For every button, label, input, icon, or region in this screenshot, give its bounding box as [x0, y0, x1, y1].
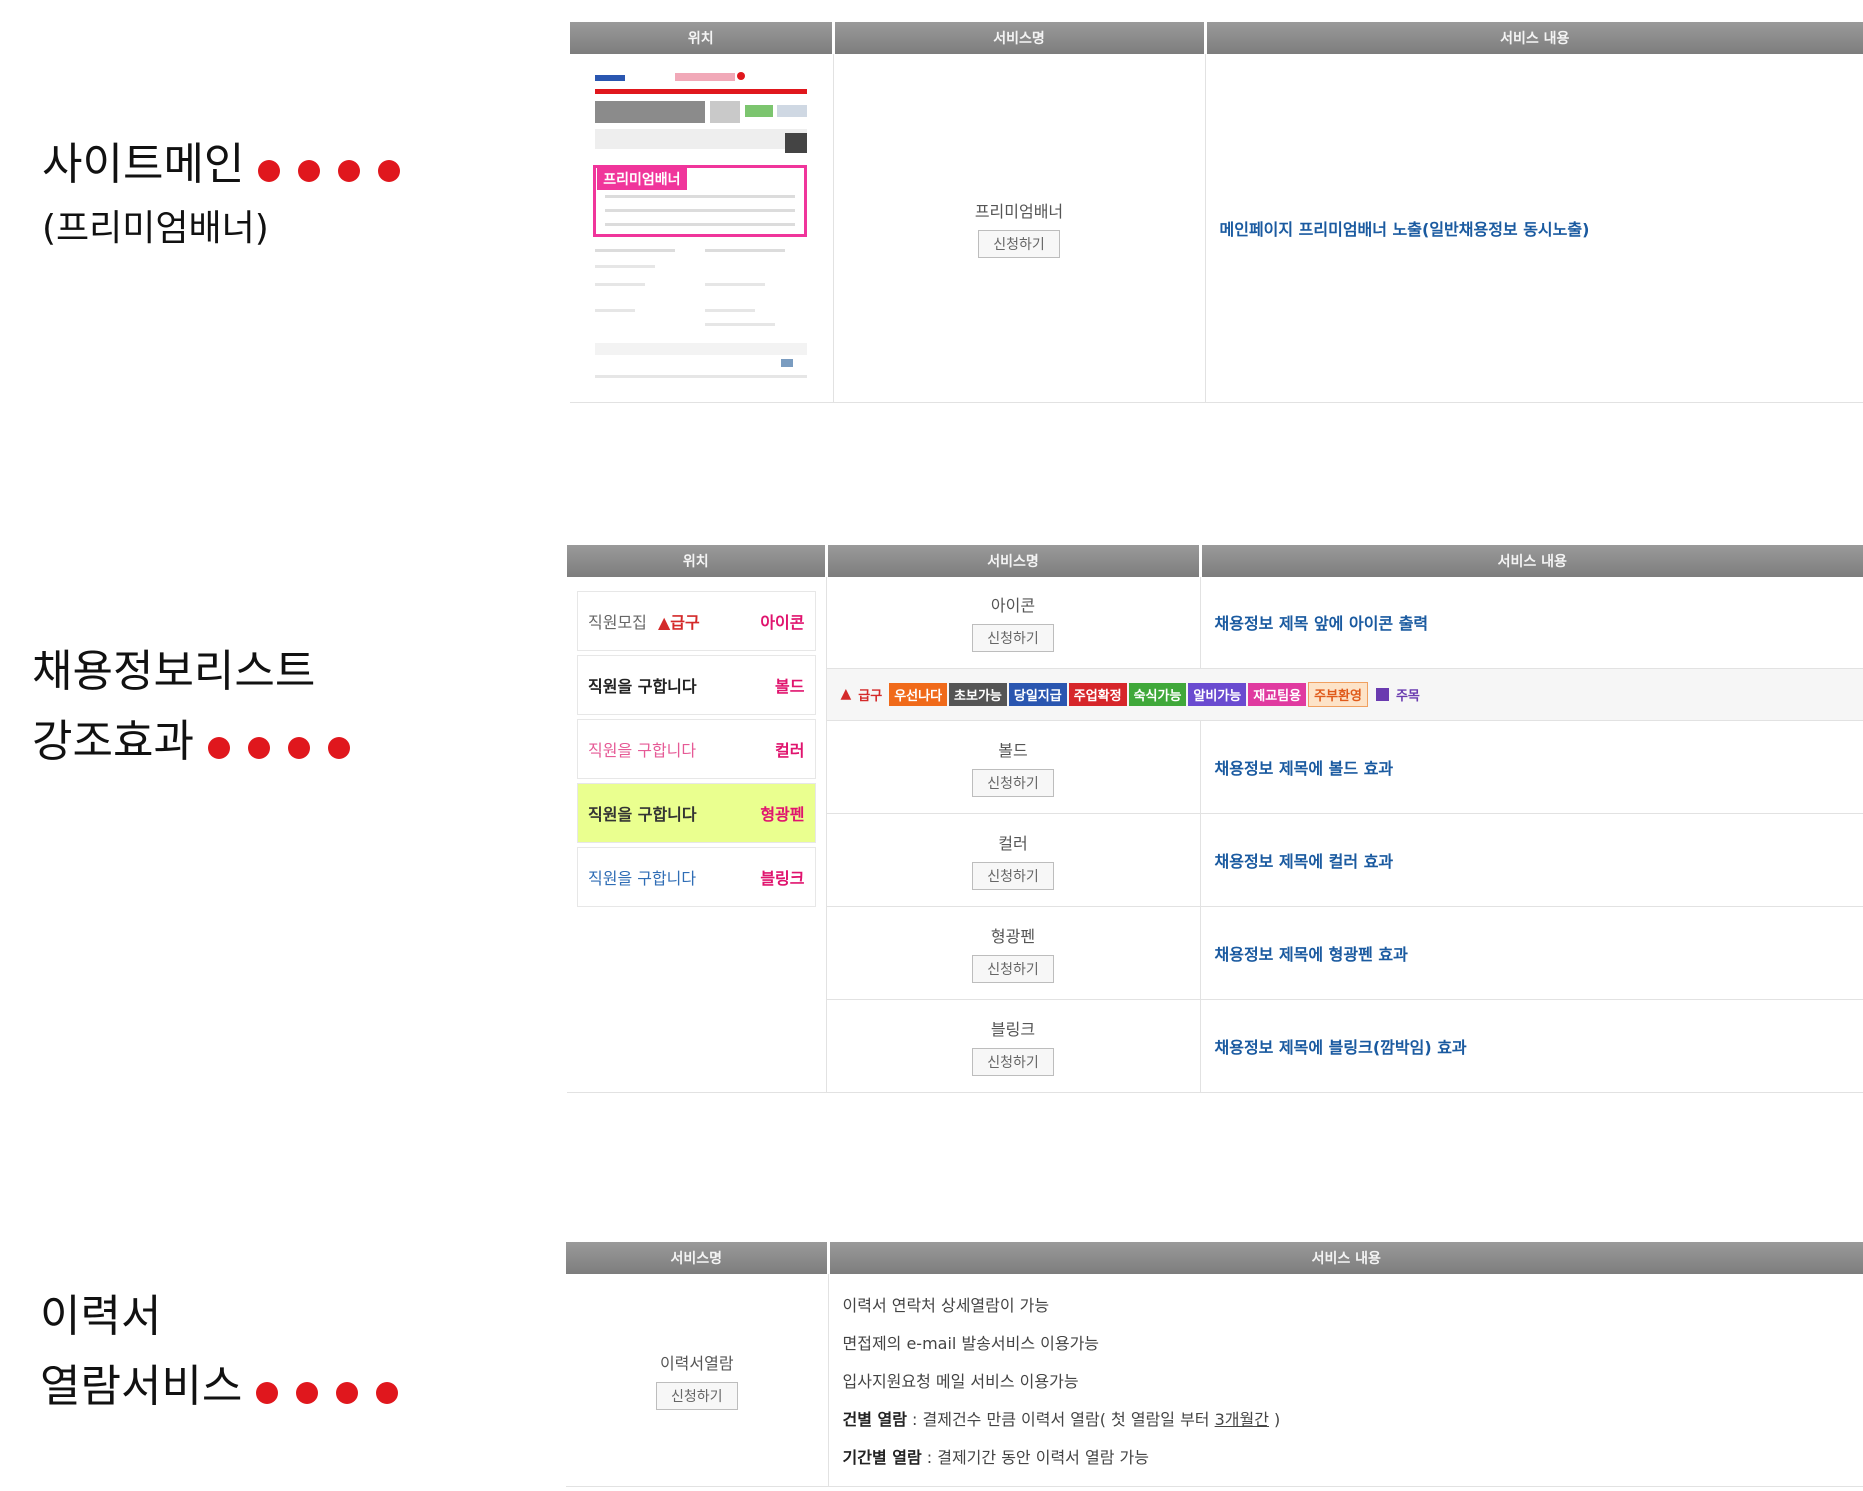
badge-1: 우선나다	[889, 682, 948, 706]
badge-2: 초보가능	[949, 682, 1007, 706]
header-location: 위치	[567, 545, 828, 577]
header-service-desc: 서비스 내용	[1205, 22, 1863, 54]
apply-button[interactable]: 신청하기	[972, 624, 1054, 653]
section-title: 이력서	[40, 1291, 162, 1342]
example-text: 직원을 구합니다	[588, 805, 697, 824]
example-bold: 직원을 구합니다 볼드	[577, 655, 816, 715]
example-tag: 볼드	[775, 677, 805, 696]
service-name: 형광펜	[990, 926, 1036, 946]
apply-button[interactable]: 신청하기	[972, 768, 1054, 797]
emphasis-table: 위치 서비스명 서비스 내용 직원모집 ▲급구 아이콘 직원을 구합니다 볼드	[567, 545, 1863, 1093]
desc-line: 이력서 연락처 상세열람이 가능	[842, 1295, 1050, 1315]
red-dots	[258, 142, 418, 193]
red-dots	[256, 1364, 416, 1415]
service-desc: 채용정보 제목에 형광펜 효과	[1214, 944, 1408, 964]
example-text: 직원을 구합니다	[588, 869, 697, 888]
example-highlighter: 직원을 구합니다 형광펜	[577, 783, 816, 843]
icon-badges: ▲ 급구 우선나다 초보가능 당일지급 주업확정 숙식가능 알비가능 재교팀용 …	[827, 681, 1863, 707]
desc-line-period: 기간별 열람 : 결제기간 동안 이력서 열람 가능	[842, 1447, 1149, 1467]
service-desc: 채용정보 제목에 블링크(깜박임) 효과	[1214, 1037, 1467, 1057]
badge-6: 알비가능	[1188, 682, 1247, 706]
example-text: 직원을 구합니다	[588, 677, 697, 696]
example-icon: 직원모집 ▲급구 아이콘	[577, 591, 816, 651]
section-subtitle: 열람서비스	[40, 1361, 243, 1412]
header-service-name: 서비스명	[826, 545, 1202, 577]
service-desc: 채용정보 제목에 컬러 효과	[1214, 851, 1394, 871]
attention-icon	[1375, 687, 1389, 701]
period-label: 기간별 열람	[842, 1447, 922, 1467]
header-service-name: 서비스명	[833, 22, 1207, 54]
apply-button[interactable]: 신청하기	[972, 1047, 1054, 1076]
site-main-thumbnail: 프리미엄배너	[585, 68, 818, 387]
section-label-list-emphasis: 채용정보리스트 강조효과	[32, 635, 368, 770]
service-name: 이력서열람	[659, 1353, 734, 1373]
badge-8: 주부환영	[1308, 681, 1368, 707]
desc-line: 입사지원요청 메일 서비스 이용가능	[842, 1371, 1079, 1391]
section-title: 채용정보리스트	[32, 646, 316, 697]
example-text: 직원모집	[588, 613, 647, 632]
header-service-name: 서비스명	[566, 1242, 830, 1274]
case-label: 건별 열람	[842, 1409, 907, 1429]
apply-button[interactable]: 신청하기	[978, 229, 1060, 258]
red-dots	[207, 719, 368, 770]
section-subtitle: (프리미엄배너)	[42, 207, 269, 249]
urgent-label: 급구	[670, 613, 700, 632]
premium-banner-label: 프리미엄배너	[597, 167, 687, 190]
example-blink: 직원을 구합니다 블링크	[577, 847, 816, 907]
service-name: 프리미엄배너	[974, 201, 1064, 221]
desc-line: 면접제의 e-mail 발송서비스 이용가능	[842, 1333, 1100, 1353]
service-name: 아이콘	[990, 596, 1036, 616]
example-tag: 아이콘	[760, 613, 805, 632]
example-tag: 컬러	[775, 741, 805, 760]
service-name: 볼드	[998, 740, 1028, 760]
service-desc: 채용정보 제목에 볼드 효과	[1214, 758, 1394, 778]
apply-button[interactable]: 신청하기	[972, 861, 1054, 890]
resume-desc-lines: 이력서 연락처 상세열람이 가능 면접제의 e-mail 발송서비스 이용가능 …	[829, 1285, 1863, 1475]
premium-banner-table: 위치 서비스명 서비스 내용 프리미엄배너 프리미엄배너 신청하기 메인페이지 …	[570, 22, 1863, 403]
section-label-site-main: 사이트메인 (프리미엄배너)	[42, 128, 418, 251]
service-name: 컬러	[998, 833, 1028, 853]
section-label-resume: 이력서 열람서비스	[40, 1280, 416, 1415]
service-name: 블링크	[990, 1019, 1036, 1039]
example-text: 직원을 구합니다	[588, 741, 697, 760]
desc-line-case: 건별 열람 : 결제건수 만큼 이력서 열람( 첫 열람일 부터 3개월간 )	[842, 1409, 1281, 1429]
header-service-desc: 서비스 내용	[828, 1242, 1863, 1274]
example-tag: 형광펜	[760, 805, 805, 824]
badge-urgent: 급구	[858, 688, 883, 704]
case-period: 3개월간	[1214, 1409, 1269, 1429]
service-desc: 메인페이지 프리미엄배너 노출(일반채용정보 동시노출)	[1219, 219, 1590, 239]
urgent-icon: ▲	[840, 686, 852, 702]
resume-service-table: 서비스명 서비스 내용 이력서열람 신청하기 이력서 연락처 상세열람이 가능 …	[566, 1242, 1863, 1487]
section-subtitle: 강조효과	[32, 716, 194, 767]
apply-button[interactable]: 신청하기	[655, 1381, 738, 1410]
header-service-desc: 서비스 내용	[1200, 545, 1863, 577]
example-color: 직원을 구합니다 컬러	[577, 719, 816, 779]
badge-5: 숙식가능	[1128, 682, 1187, 706]
badge-attention: 주목	[1395, 688, 1420, 704]
service-desc: 채용정보 제목 앞에 아이콘 출력	[1214, 614, 1429, 634]
urgent-icon: ▲	[657, 613, 671, 632]
badge-7: 재교팀용	[1248, 682, 1307, 706]
badge-3: 당일지급	[1008, 682, 1067, 706]
example-tag: 블링크	[760, 869, 805, 888]
apply-button[interactable]: 신청하기	[972, 954, 1054, 983]
header-location: 위치	[570, 22, 835, 54]
section-title: 사이트메인	[42, 139, 245, 190]
badge-4: 주업확정	[1068, 682, 1127, 706]
